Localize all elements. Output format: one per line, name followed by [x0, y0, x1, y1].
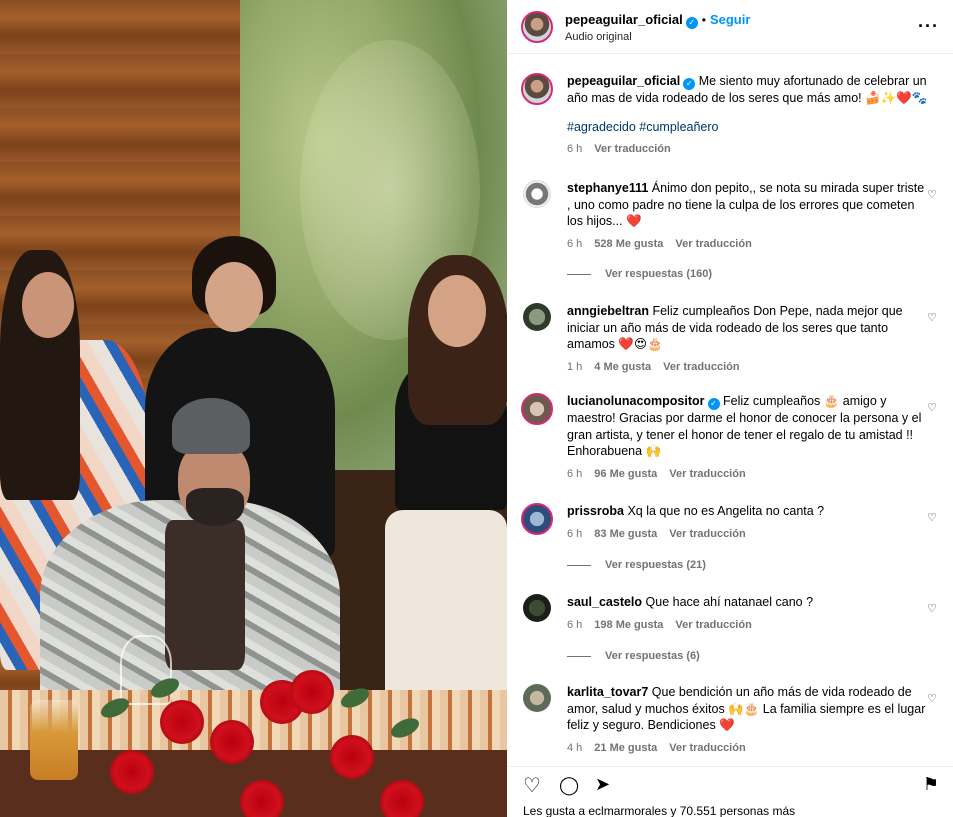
comment-text: Xq la que no es Angelita no canta ?: [627, 504, 825, 518]
post-panel: pepeaguilar_oficial ✓ • Seguir Audio origin…: [507, 0, 953, 817]
follow-button[interactable]: Seguir: [710, 12, 750, 27]
view-replies[interactable]: Ver respuestas (6): [567, 650, 700, 662]
view-replies[interactable]: Ver respuestas (160): [567, 268, 712, 280]
comment-likes[interactable]: 528 Me gusta: [594, 238, 663, 250]
rose-bouquet: [90, 660, 450, 817]
comment-time: 1 h: [567, 360, 583, 373]
like-comment-icon[interactable]: ♡: [927, 401, 937, 414]
comments-list[interactable]: pepeaguilar_oficial ✓ Me siento muy afort…: [507, 55, 953, 765]
comment-icon[interactable]: ◯: [559, 775, 579, 796]
post-viewer: pepeaguilar_oficial ✓ • Seguir Audio origin…: [0, 0, 953, 817]
save-icon[interactable]: ⚑: [923, 774, 939, 795]
like-comment-icon[interactable]: ♡: [927, 511, 937, 524]
comment-time: 6 h: [567, 527, 583, 540]
verified-icon: ✓: [685, 17, 698, 29]
separator-dot: •: [701, 13, 706, 27]
comment-time: 6 h: [567, 237, 583, 250]
like-comment-icon[interactable]: ♡: [927, 311, 937, 324]
comment-time: 6 h: [567, 467, 583, 480]
comment-likes[interactable]: 198 Me gusta: [594, 619, 663, 631]
avatar[interactable]: [523, 594, 551, 622]
translate-link[interactable]: Ver traducción: [663, 361, 739, 373]
avatar[interactable]: [521, 393, 553, 425]
translate-link[interactable]: Ver traducción: [669, 742, 745, 754]
comment-likes[interactable]: 83 Me gusta: [594, 528, 657, 540]
translate-link[interactable]: Ver traducción: [669, 528, 745, 540]
comment-likes[interactable]: 4 Me gusta: [594, 361, 651, 373]
view-replies[interactable]: Ver respuestas (21): [567, 559, 706, 571]
comment-time: 6 h: [567, 618, 583, 631]
post-video[interactable]: [0, 0, 507, 817]
verified-icon: ✓: [683, 78, 696, 90]
avatar[interactable]: [521, 503, 553, 535]
comment-username[interactable]: saul_castelo: [567, 595, 642, 609]
comment-likes[interactable]: 96 Me gusta: [594, 468, 657, 480]
caption-username[interactable]: pepeaguilar_oficial: [567, 74, 680, 88]
caption-time: 6 h: [567, 143, 583, 155]
avatar[interactable]: [521, 11, 553, 43]
comment-username[interactable]: karlita_tovar7: [567, 685, 648, 699]
share-icon[interactable]: ➤: [595, 774, 610, 795]
likes-summary[interactable]: Les gusta a eclmarmorales y 70.551 perso…: [523, 804, 795, 817]
comment-username[interactable]: prissroba: [567, 504, 624, 518]
translate-link[interactable]: Ver traducción: [669, 468, 745, 480]
comment-username[interactable]: anngiebeltran: [567, 304, 649, 318]
avatar[interactable]: [521, 73, 553, 105]
avatar[interactable]: [523, 303, 551, 331]
header-username[interactable]: pepeaguilar_oficial: [565, 12, 683, 27]
post-header: pepeaguilar_oficial ✓ • Seguir Audio origin…: [507, 0, 953, 54]
like-icon[interactable]: ♡: [523, 773, 541, 798]
comment-username[interactable]: stephanye111: [567, 181, 648, 195]
avatar[interactable]: [523, 180, 551, 208]
like-comment-icon[interactable]: ♡: [927, 188, 937, 201]
avatar[interactable]: [523, 684, 551, 712]
verified-icon: ✓: [707, 398, 720, 410]
glass-drink: [30, 700, 78, 780]
caption-hashtags[interactable]: #agradecido #cumpleañero: [567, 119, 929, 136]
comment-text: Que hace ahí natanael cano ?: [645, 595, 814, 609]
audio-label[interactable]: Audio original: [565, 31, 750, 43]
action-bar: ♡ ◯ ➤ ⚑: [507, 766, 953, 802]
translate-link[interactable]: Ver traducción: [594, 143, 670, 155]
cap: [172, 398, 250, 454]
comment-likes[interactable]: 21 Me gusta: [594, 742, 657, 754]
like-comment-icon[interactable]: ♡: [927, 692, 937, 705]
translate-link[interactable]: Ver traducción: [675, 619, 751, 631]
comment-username[interactable]: lucianolunacompositor: [567, 394, 705, 408]
like-comment-icon[interactable]: ♡: [927, 602, 937, 615]
comment-time: 4 h: [567, 741, 583, 754]
more-options-icon[interactable]: ···: [918, 16, 939, 37]
translate-link[interactable]: Ver traducción: [675, 238, 751, 250]
